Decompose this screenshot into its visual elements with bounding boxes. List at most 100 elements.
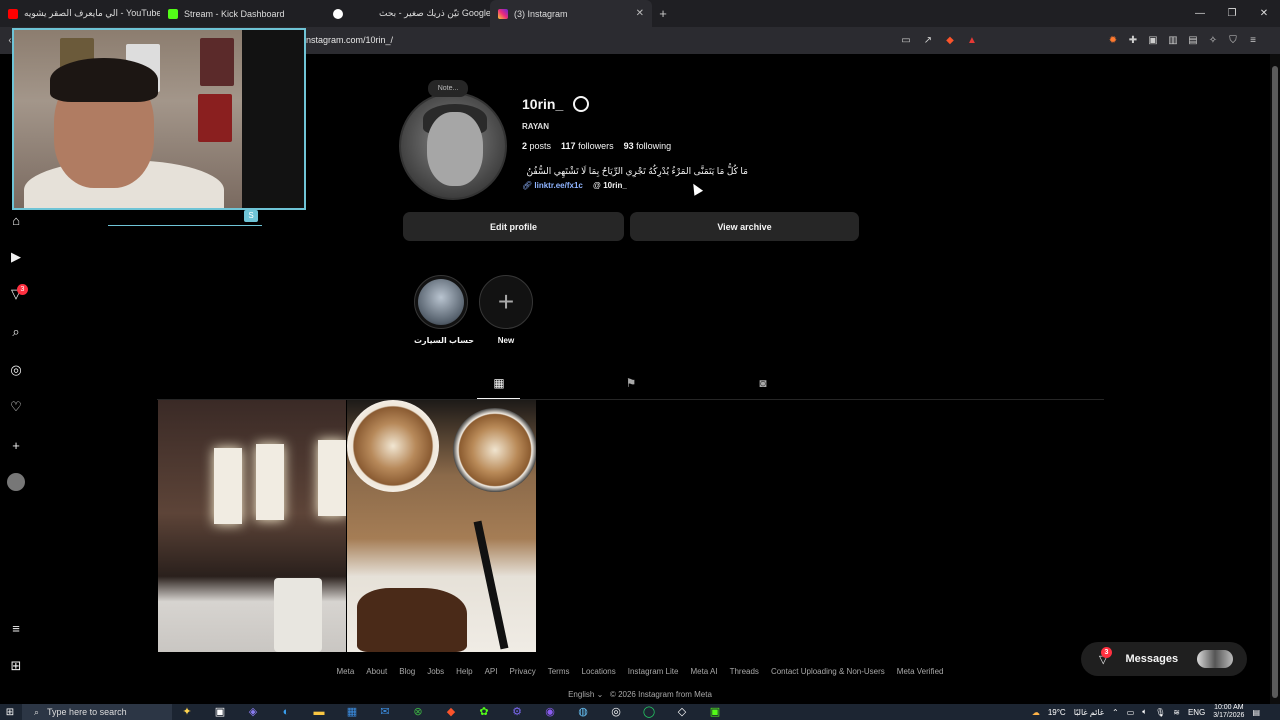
new-tab-icon[interactable]: +: [652, 6, 674, 21]
footer-link[interactable]: Threads: [730, 667, 759, 676]
bio-link[interactable]: 🔗︎ linktr.ee/fx1c: [522, 181, 583, 190]
post-thumbnail[interactable]: [158, 400, 346, 652]
weather-text[interactable]: غائم غالبًا: [1074, 708, 1104, 717]
kick-studio-icon[interactable]: ▣: [704, 704, 726, 720]
taskbar-search-placeholder: Type here to search: [47, 707, 127, 717]
volume-icon[interactable]: 🔈︎: [1142, 707, 1147, 717]
leo-ai-icon[interactable]: ✧: [1205, 32, 1221, 48]
brave-icon[interactable]: ◆: [440, 704, 462, 720]
messages-button[interactable]: ▽ 3 Messages: [1081, 642, 1247, 676]
explore-icon[interactable]: ◎: [7, 361, 25, 379]
clock[interactable]: 10:00 AM 3/17/2026: [1213, 704, 1244, 720]
app-icon[interactable]: ◇: [671, 704, 693, 720]
footer-link[interactable]: Help: [456, 667, 472, 676]
footer-link[interactable]: Privacy: [509, 667, 535, 676]
home-icon[interactable]: ⌂: [7, 211, 25, 229]
taskbar-search[interactable]: ⌕ Type here to search: [22, 704, 172, 720]
extension-fire-icon[interactable]: ✹: [1105, 32, 1121, 48]
tab-youtube[interactable]: الي مايعرف الصقر يشويه - YouTube: [0, 0, 160, 27]
discord-icon[interactable]: ◉: [539, 704, 561, 720]
tab-title: (3) Instagram: [514, 8, 568, 19]
new-highlight-button[interactable]: + New: [479, 275, 533, 345]
close-window-button[interactable]: ✕: [1248, 0, 1280, 27]
create-icon[interactable]: +: [7, 436, 25, 454]
network-icon[interactable]: ▭: [1127, 708, 1135, 717]
note-bubble[interactable]: Note...: [428, 80, 468, 97]
tab-kick[interactable]: Stream - Kick Dashboard: [160, 0, 325, 27]
edge-icon[interactable]: ◐: [275, 704, 297, 720]
saved-bookmark-icon[interactable]: ⚑: [623, 376, 639, 392]
maximize-button[interactable]: ❐: [1216, 0, 1248, 27]
footer-link[interactable]: Contact Uploading & Non-Users: [771, 667, 885, 676]
search-icon[interactable]: ⌕: [7, 323, 25, 341]
posts-label: posts: [529, 141, 552, 151]
copilot-icon[interactable]: ✦: [176, 704, 198, 720]
tray-chevron-icon[interactable]: ⌃: [1112, 708, 1119, 717]
footer-link[interactable]: Meta: [337, 667, 355, 676]
microphone-icon[interactable]: 🎙︎: [1155, 708, 1165, 717]
cast-icon[interactable]: ▭: [898, 32, 914, 48]
more-menu-icon[interactable]: ≡: [7, 619, 25, 637]
notification-center-icon[interactable]: ▤: [1252, 708, 1260, 717]
windows-start-icon[interactable]: ⊞: [2, 704, 18, 720]
profile-avatar[interactable]: [399, 92, 507, 200]
wallet-icon[interactable]: ▤: [1185, 32, 1201, 48]
settings-gear-icon[interactable]: [573, 96, 589, 112]
copilot-app-icon[interactable]: ◈: [242, 704, 264, 720]
wall-frame: [318, 440, 346, 516]
following-stat[interactable]: 93 following: [624, 141, 672, 151]
vpn-icon[interactable]: ⛉: [1225, 32, 1241, 48]
footer-link[interactable]: Blog: [399, 667, 415, 676]
kick-app-icon[interactable]: ✿: [473, 704, 495, 720]
url-text[interactable]: instagram.com/10rin_/: [304, 35, 393, 45]
xbox-icon[interactable]: ⊗: [407, 704, 429, 720]
footer-link[interactable]: Locations: [582, 667, 616, 676]
footer-link[interactable]: Terms: [548, 667, 570, 676]
page-scrollbar[interactable]: [1270, 54, 1280, 704]
posts-grid-icon[interactable]: ▦: [491, 376, 507, 392]
footer-link[interactable]: Instagram Lite: [628, 667, 679, 676]
footer-link[interactable]: Meta AI: [690, 667, 717, 676]
footer-link[interactable]: API: [485, 667, 498, 676]
highlight-item[interactable]: حساب السيارت: [414, 275, 474, 345]
sidebar-icon[interactable]: ▥: [1165, 32, 1181, 48]
outlook-icon[interactable]: ✉: [374, 704, 396, 720]
scrollbar-thumb[interactable]: [1272, 66, 1278, 698]
profile-avatar-icon[interactable]: [7, 473, 25, 491]
post-thumbnail[interactable]: [347, 400, 536, 652]
menu-icon[interactable]: ≡: [1245, 32, 1261, 48]
view-archive-button[interactable]: View archive: [630, 212, 859, 241]
close-tab-icon[interactable]: ✕: [636, 8, 644, 19]
mouse-cursor-icon: [688, 181, 704, 196]
obs-icon[interactable]: ◎: [605, 704, 627, 720]
screenshot-icon[interactable]: ▣: [1145, 32, 1161, 48]
edit-profile-button[interactable]: Edit profile: [403, 212, 624, 241]
keyboard-language[interactable]: ENG: [1188, 708, 1205, 717]
brave-shield-icon[interactable]: ◆: [942, 32, 958, 48]
reels-icon[interactable]: ▶: [7, 248, 25, 266]
footer-link[interactable]: Jobs: [427, 667, 444, 676]
minimize-button[interactable]: —: [1184, 0, 1216, 27]
brave-rewards-icon[interactable]: ▲: [964, 32, 980, 48]
whatsapp-icon[interactable]: ◯: [638, 704, 660, 720]
wifi-icon[interactable]: ≋: [1173, 708, 1180, 717]
language-select[interactable]: English: [568, 690, 594, 699]
weather-temp[interactable]: 19°C: [1048, 708, 1066, 717]
task-view-icon[interactable]: ▣: [209, 704, 231, 720]
footer-link[interactable]: About: [366, 667, 387, 676]
notifications-heart-icon[interactable]: ♡: [7, 398, 25, 416]
settings-app-icon[interactable]: ⚙: [506, 704, 528, 720]
wall-frame: [256, 444, 284, 520]
store-icon[interactable]: ▦: [341, 704, 363, 720]
share-icon[interactable]: ↗: [920, 32, 936, 48]
file-explorer-icon[interactable]: ▬: [308, 704, 330, 720]
extensions-icon[interactable]: ✚: [1125, 32, 1141, 48]
footer-link[interactable]: Meta Verified: [897, 667, 944, 676]
weather-icon[interactable]: ☁: [1032, 708, 1040, 717]
tab-google[interactable]: تيّن ذريك صغير - بحث Google: [325, 0, 490, 27]
steam-icon[interactable]: ◍: [572, 704, 594, 720]
tagged-icon[interactable]: ◙: [755, 376, 771, 392]
threads-link[interactable]: @ 10rin_: [593, 181, 627, 190]
followers-stat[interactable]: 117 followers: [561, 141, 614, 151]
tab-instagram[interactable]: (3) Instagram ✕: [490, 0, 652, 27]
